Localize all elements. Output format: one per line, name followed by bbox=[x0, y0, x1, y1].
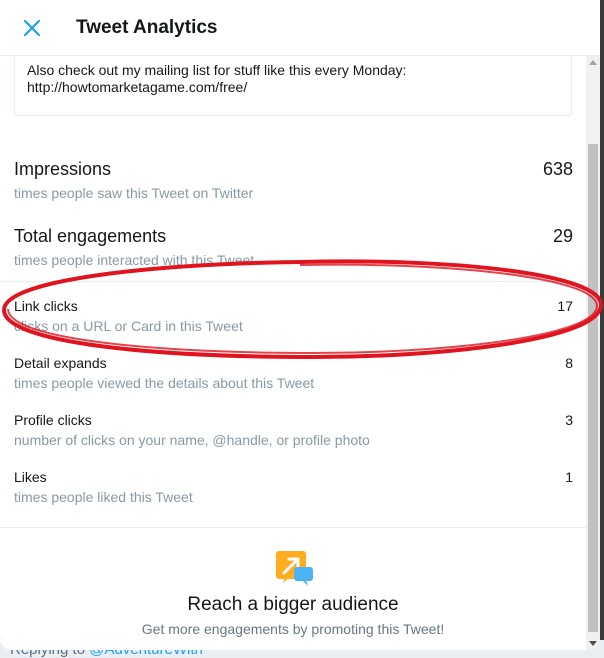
tweet-analytics-modal: Tweet Analytics Also check out my mailin… bbox=[0, 0, 600, 650]
stat-description: times people viewed the details about th… bbox=[14, 375, 315, 391]
stat-value: 1 bbox=[565, 469, 573, 485]
stat-value: 3 bbox=[565, 412, 573, 428]
scroll-up-arrow-icon[interactable] bbox=[589, 60, 597, 65]
page-title: Tweet Analytics bbox=[76, 17, 218, 38]
stat-description: times people liked this Tweet bbox=[14, 489, 193, 505]
stats-divider bbox=[0, 281, 586, 282]
close-button[interactable] bbox=[20, 16, 44, 40]
stat-label: Profile clicks bbox=[14, 412, 92, 428]
stat-description: times people saw this Tweet on Twitter bbox=[14, 185, 254, 201]
stat-label: Detail expands bbox=[14, 355, 107, 371]
stat-description: clicks on a URL or Card in this Tweet bbox=[14, 318, 243, 334]
stat-label: Likes bbox=[14, 469, 47, 485]
stat-value: 29 bbox=[552, 226, 573, 246]
stat-description: number of clicks on your name, @handle, … bbox=[14, 432, 370, 448]
promote-icon bbox=[276, 551, 313, 586]
stat-label: Impressions bbox=[14, 159, 112, 179]
stat-value: 8 bbox=[565, 355, 573, 371]
stat-label: Link clicks bbox=[14, 298, 78, 314]
stat-value: 638 bbox=[542, 159, 573, 179]
promo-divider bbox=[0, 527, 586, 528]
promo-subtitle: Get more engagements by promoting this T… bbox=[141, 621, 445, 637]
tweet-preview: Also check out my mailing list for stuff… bbox=[14, 56, 572, 116]
promo-title: Reach a bigger audience bbox=[187, 594, 399, 615]
tweet-text-line-2: http://howtomarketagame.com/free/ bbox=[27, 79, 248, 95]
analytics-content: Also check out my mailing list for stuff… bbox=[0, 56, 586, 650]
stat-value: 17 bbox=[557, 298, 573, 314]
background-edge bbox=[600, 0, 604, 640]
scroll-down-arrow-icon[interactable] bbox=[589, 641, 597, 646]
modal-header: Tweet Analytics bbox=[0, 0, 600, 56]
scrollbar-thumb[interactable] bbox=[588, 144, 598, 632]
close-icon bbox=[23, 19, 41, 37]
stat-description: times people interacted with this Tweet bbox=[14, 252, 255, 268]
content-scrollbar[interactable] bbox=[586, 56, 600, 650]
stat-label: Total engagements bbox=[14, 226, 167, 246]
tweet-text-line-1: Also check out my mailing list for stuff… bbox=[27, 62, 407, 78]
